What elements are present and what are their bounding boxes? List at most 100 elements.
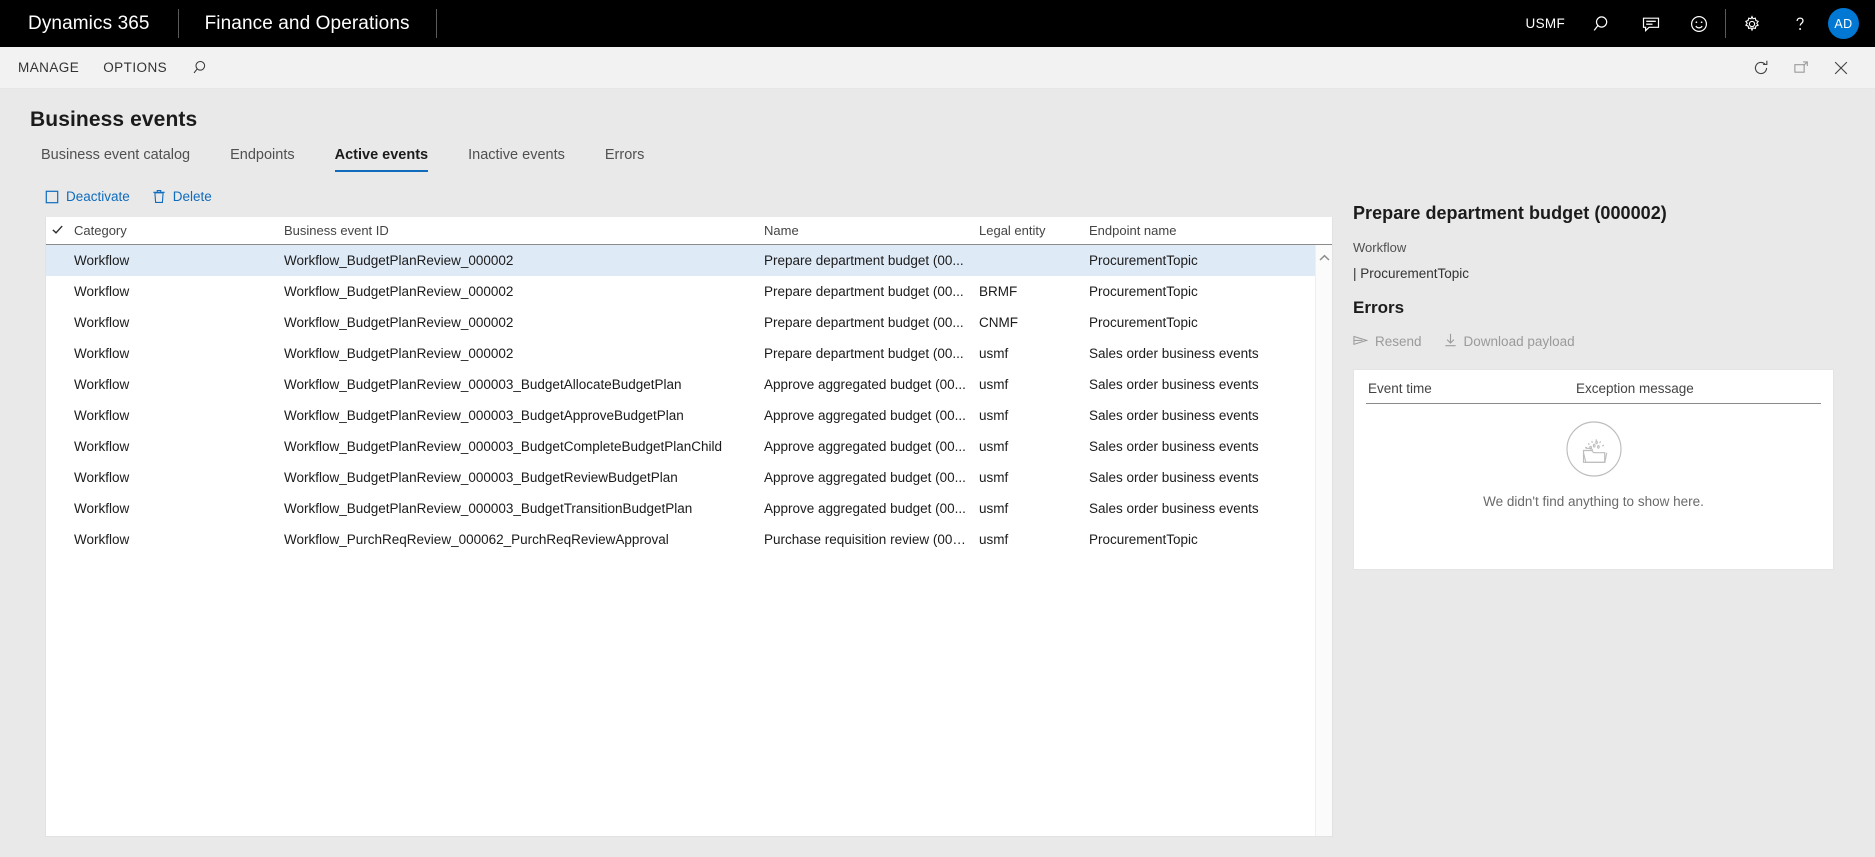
cell-name: Prepare department budget (00... xyxy=(764,346,964,361)
errors-action-bar: Resend Download payload xyxy=(1353,333,1853,350)
cell-legal-entity: usmf xyxy=(979,532,1009,547)
table-row[interactable]: Workflow Workflow_BudgetPlanReview_000002… xyxy=(46,307,1332,338)
cell-category: Workflow xyxy=(74,408,130,423)
errors-empty-message: We didn't find anything to show here. xyxy=(1483,494,1704,509)
cell-business-event-id: Workflow_PurchReqReview_000062_PurchReqR… xyxy=(284,532,669,547)
delete-button[interactable]: Delete xyxy=(152,189,212,204)
popout-icon[interactable] xyxy=(1781,47,1821,89)
cell-business-event-id: Workflow_BudgetPlanReview_000003_BudgetC… xyxy=(284,439,723,454)
scroll-up-chevron-icon[interactable] xyxy=(1316,249,1332,266)
grid-vertical-scrollbar[interactable] xyxy=(1315,245,1332,836)
cell-legal-entity: usmf xyxy=(979,408,1009,423)
page-title: Business events xyxy=(30,108,198,131)
cell-name: Approve aggregated budget (00... xyxy=(764,408,966,423)
table-row[interactable]: Workflow Workflow_BudgetPlanReview_000003… xyxy=(46,431,1332,462)
errors-table-header-row: Event time Exception message xyxy=(1366,374,1821,404)
grid-header-row: Category Business event ID Name Legal en… xyxy=(46,217,1332,245)
checkbox-icon xyxy=(45,190,59,204)
table-row[interactable]: Workflow Workflow_BudgetPlanReview_000002… xyxy=(46,276,1332,307)
cell-category: Workflow xyxy=(74,439,130,454)
errors-table: Event time Exception message We didn't f… xyxy=(1353,369,1834,570)
download-payload-button[interactable]: Download payload xyxy=(1444,333,1575,350)
company-selector[interactable]: USMF xyxy=(1512,0,1579,47)
cell-category: Workflow xyxy=(74,284,130,299)
empty-box-icon xyxy=(1563,418,1625,480)
cell-business-event-id: Workflow_BudgetPlanReview_000003_BudgetA… xyxy=(284,377,682,392)
tab-inactive-events[interactable]: Inactive events xyxy=(448,147,585,172)
gear-icon[interactable] xyxy=(1728,0,1776,47)
detail-title: Prepare department budget (000002) xyxy=(1353,203,1667,223)
table-row[interactable]: Workflow Workflow_BudgetPlanReview_000003… xyxy=(46,400,1332,431)
menu-options[interactable]: OPTIONS xyxy=(91,47,179,89)
tab-business-event-catalog[interactable]: Business event catalog xyxy=(32,147,210,172)
cell-legal-entity: usmf xyxy=(979,501,1009,516)
detail-panel: Prepare department budget (000002) Workf… xyxy=(1353,203,1853,570)
table-row[interactable]: Workflow Workflow_BudgetPlanReview_000002… xyxy=(46,338,1332,369)
grid-body: Workflow Workflow_BudgetPlanReview_000002… xyxy=(46,245,1332,555)
close-icon[interactable] xyxy=(1821,47,1861,89)
cell-name: Prepare department budget (00... xyxy=(764,253,964,268)
cell-endpoint-name: Sales order business events xyxy=(1089,377,1259,392)
deactivate-label: Deactivate xyxy=(66,189,130,204)
cell-endpoint-name: Sales order business events xyxy=(1089,501,1259,516)
cell-endpoint-name: Sales order business events xyxy=(1089,439,1259,454)
table-row[interactable]: Workflow Workflow_BudgetPlanReview_000003… xyxy=(46,462,1332,493)
cell-name: Prepare department budget (00... xyxy=(764,315,964,330)
module-title[interactable]: Finance and Operations xyxy=(179,0,436,47)
feedback-icon[interactable] xyxy=(1627,0,1675,47)
cell-business-event-id: Workflow_BudgetPlanReview_000003_BudgetT… xyxy=(284,501,693,516)
search-icon[interactable] xyxy=(1579,0,1627,47)
cell-endpoint-name: Sales order business events xyxy=(1089,346,1259,361)
tab-errors[interactable]: Errors xyxy=(585,147,664,172)
column-header-category[interactable]: Category xyxy=(68,223,278,238)
command-bar-right xyxy=(1741,47,1875,89)
table-row[interactable]: Workflow Workflow_BudgetPlanReview_000003… xyxy=(46,369,1332,400)
refresh-icon[interactable] xyxy=(1741,47,1781,89)
cell-business-event-id: Workflow_BudgetPlanReview_000002 xyxy=(284,253,514,268)
cell-category: Workflow xyxy=(74,315,130,330)
table-row[interactable]: Workflow Workflow_PurchReqReview_000062_P… xyxy=(46,524,1332,555)
column-header-event-time[interactable]: Event time xyxy=(1366,381,1576,396)
detail-endpoint: | ProcurementTopic xyxy=(1353,266,1470,281)
cell-business-event-id: Workflow_BudgetPlanReview_000003_BudgetA… xyxy=(284,408,684,423)
errors-empty-state: We didn't find anything to show here. xyxy=(1354,418,1833,509)
avatar[interactable]: AD xyxy=(1828,8,1859,39)
select-all-checkmark-icon[interactable] xyxy=(46,223,68,239)
cell-endpoint-name: ProcurementTopic xyxy=(1089,315,1198,330)
cell-category: Workflow xyxy=(74,532,130,547)
tab-endpoints[interactable]: Endpoints xyxy=(210,147,315,172)
column-header-exception-message[interactable]: Exception message xyxy=(1576,381,1821,396)
help-icon[interactable] xyxy=(1776,0,1824,47)
cell-endpoint-name: Sales order business events xyxy=(1089,470,1259,485)
cell-name: Approve aggregated budget (00... xyxy=(764,377,966,392)
cell-business-event-id: Workflow_BudgetPlanReview_000002 xyxy=(284,315,514,330)
cell-legal-entity: usmf xyxy=(979,377,1009,392)
topbar-icon-divider xyxy=(1725,9,1726,38)
tab-active-events[interactable]: Active events xyxy=(315,147,449,172)
table-row[interactable]: Workflow Workflow_BudgetPlanReview_000003… xyxy=(46,493,1332,524)
cell-legal-entity: CNMF xyxy=(979,315,1018,330)
column-header-name[interactable]: Name xyxy=(758,223,973,238)
page-body: Business events Business event catalog E… xyxy=(0,89,1875,857)
cell-business-event-id: Workflow_BudgetPlanReview_000003_BudgetR… xyxy=(284,470,678,485)
filter-search-icon[interactable] xyxy=(179,59,224,76)
cell-category: Workflow xyxy=(74,470,130,485)
column-header-endpoint-name[interactable]: Endpoint name xyxy=(1083,223,1313,238)
deactivate-button[interactable]: Deactivate xyxy=(45,189,130,204)
cell-category: Workflow xyxy=(74,346,130,361)
trash-icon xyxy=(152,189,166,204)
cell-category: Workflow xyxy=(74,377,130,392)
cell-business-event-id: Workflow_BudgetPlanReview_000002 xyxy=(284,284,514,299)
table-row[interactable]: Workflow Workflow_BudgetPlanReview_000002… xyxy=(46,245,1332,276)
smiley-icon[interactable] xyxy=(1675,0,1723,47)
menu-manage[interactable]: MANAGE xyxy=(6,47,91,89)
download-payload-label: Download payload xyxy=(1463,334,1575,349)
cell-legal-entity: usmf xyxy=(979,346,1009,361)
brand-logo[interactable]: Dynamics 365 xyxy=(0,0,178,47)
column-header-business-event-id[interactable]: Business event ID xyxy=(278,223,758,238)
cell-name: Prepare department budget (00... xyxy=(764,284,964,299)
cell-endpoint-name: ProcurementTopic xyxy=(1089,253,1198,268)
column-header-legal-entity[interactable]: Legal entity xyxy=(973,223,1083,238)
resend-button[interactable]: Resend xyxy=(1353,334,1422,350)
cell-legal-entity: usmf xyxy=(979,439,1009,454)
